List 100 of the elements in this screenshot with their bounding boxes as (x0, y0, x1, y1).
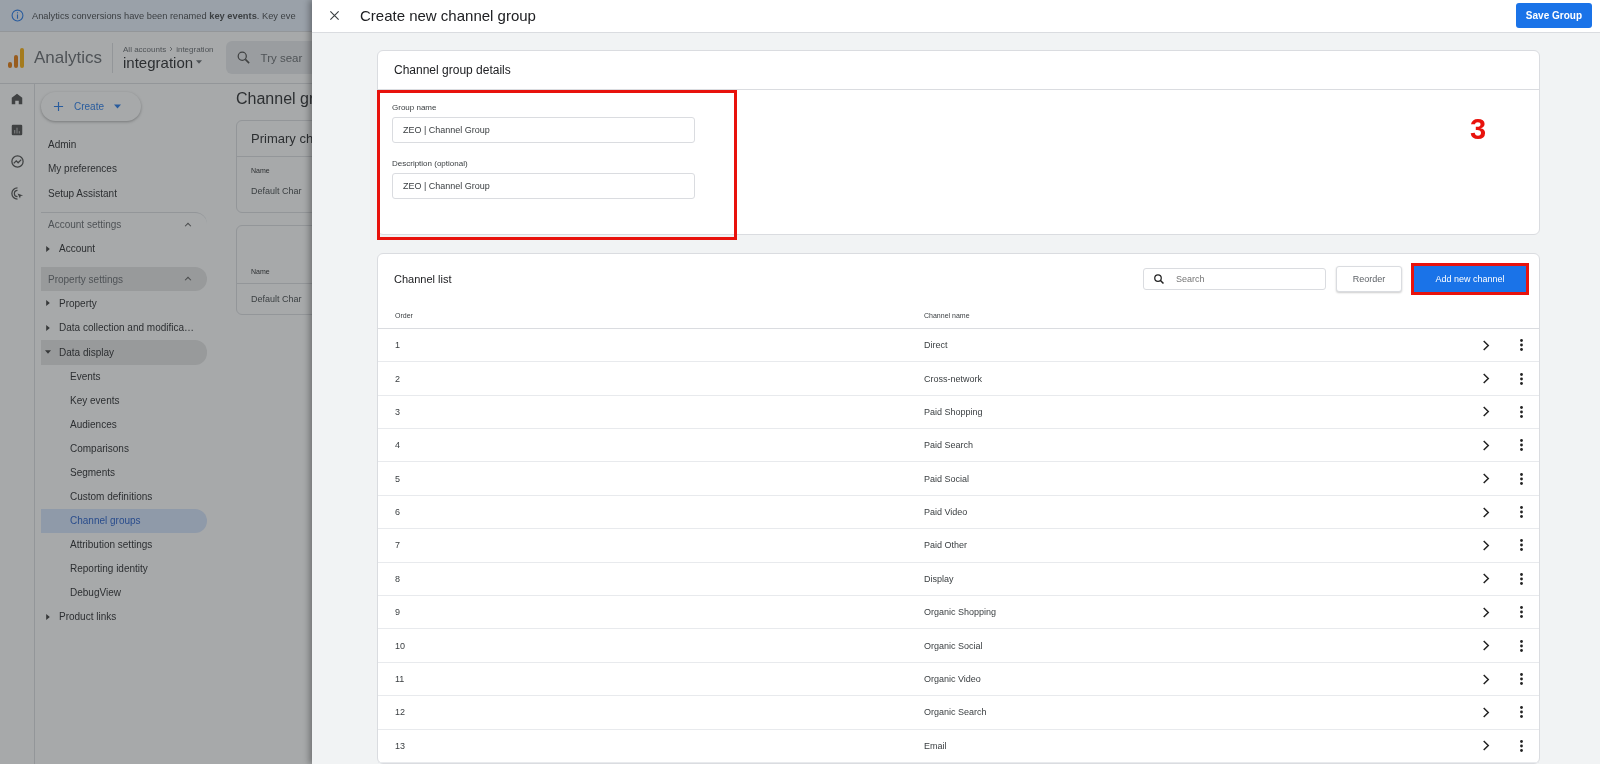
search-field[interactable]: Search (1143, 267, 1326, 290)
banner-message: Analytics conversions have been renamed key events. Key eve (32, 10, 296, 21)
table-cell: Paid Video (924, 507, 968, 518)
table-cell: Paid Social (924, 473, 970, 484)
card-title: Channel group details (394, 62, 511, 77)
save-button[interactable]: Save Group (1515, 3, 1592, 29)
breadcrumb-link[interactable]: All accounts (123, 44, 167, 54)
more-icon[interactable] (1519, 539, 1523, 552)
drawer-title: Create new channel group (360, 7, 537, 25)
nav-link[interactable]: Setup Assistant (41, 181, 211, 206)
nav-item[interactable]: Data display (59, 346, 115, 358)
cursor-target-icon[interactable] (9, 186, 25, 201)
more-icon[interactable] (1519, 572, 1523, 585)
nav-item[interactable]: Attribution settings (41, 532, 207, 557)
home-icon[interactable] (10, 92, 24, 106)
nav-item[interactable]: DebugView (41, 580, 207, 605)
table-cell: Organic Shopping (924, 607, 997, 618)
nav-item[interactable]: Product links (59, 611, 117, 623)
nav-item[interactable]: Custom definitions (41, 484, 207, 509)
table-cell: 11 (395, 674, 405, 684)
table-cell: 10 (395, 640, 405, 651)
table-cell: Organic Search (924, 707, 987, 718)
input-field[interactable]: ZEO | Channel Group (392, 116, 695, 143)
chevron-icon (168, 46, 175, 52)
table-cell: 4 (395, 440, 400, 451)
more-icon[interactable] (1519, 372, 1523, 385)
table-cell: Display (924, 573, 954, 584)
more-icon[interactable] (1519, 639, 1523, 652)
chevron-icon[interactable] (1482, 673, 1490, 685)
page-title: Channel gr (236, 90, 316, 108)
nav-item[interactable]: Segments (41, 460, 207, 485)
table-cell: 1 (395, 340, 400, 351)
table-cell: 2 (395, 373, 400, 384)
nav-item[interactable]: Account (59, 243, 96, 255)
more-icon[interactable] (1519, 673, 1523, 685)
more-icon[interactable] (1519, 506, 1523, 519)
trend-circle-icon[interactable] (9, 154, 25, 169)
search-icon (1153, 272, 1165, 285)
chevron-icon[interactable] (1482, 706, 1490, 718)
more-icon[interactable] (1519, 739, 1523, 752)
chevron-icon[interactable] (1482, 740, 1490, 752)
table-cell: Organic Social (924, 640, 983, 651)
property-selector[interactable]: integration (123, 53, 194, 71)
more-icon[interactable] (1519, 339, 1523, 352)
table-cell-text: Default Char (250, 185, 303, 198)
field-label: Group name (392, 102, 438, 112)
chevron-icon[interactable] (1482, 640, 1490, 652)
section-header[interactable]: Account settings (48, 219, 122, 230)
chevron-icon[interactable] (1482, 439, 1490, 451)
nav-item[interactable]: Reporting identity (41, 556, 207, 581)
chevron-icon[interactable] (1482, 606, 1490, 618)
more-icon[interactable] (1519, 606, 1523, 619)
caret-icon[interactable] (45, 613, 51, 620)
breadcrumb-link[interactable]: integration (176, 44, 214, 54)
add-channel-button[interactable]: Add new channel (1412, 263, 1528, 294)
card-title: Channel list (394, 272, 453, 285)
nav-link[interactable]: My preferences (41, 156, 211, 181)
table-cell: Paid Search (924, 440, 974, 451)
nav-item[interactable]: Property (59, 297, 97, 309)
nav-item[interactable]: Events (41, 364, 207, 389)
nav-item[interactable]: Data collection and modifica… (59, 322, 195, 334)
table-cell: 12 (395, 707, 405, 718)
caret-icon[interactable] (45, 324, 51, 331)
chevron-icon[interactable] (1482, 339, 1490, 351)
more-icon[interactable] (1519, 405, 1523, 418)
more-icon[interactable] (1519, 706, 1523, 719)
table-cell: 8 (395, 573, 400, 584)
dropdown-icon[interactable] (196, 60, 203, 64)
nav-item[interactable]: Key events (41, 388, 207, 413)
table-cell: 7 (395, 540, 400, 551)
reorder-button[interactable]: Reorder (1336, 265, 1402, 292)
plus-icon (53, 101, 64, 112)
chevron-icon[interactable] (1482, 373, 1490, 384)
table-cell: 5 (395, 473, 400, 484)
table-cell: Email (924, 740, 947, 751)
chevron-icon[interactable] (1482, 406, 1490, 418)
field-label: Description (optional) (392, 158, 469, 168)
info-icon (11, 9, 24, 22)
nav-link[interactable]: Admin (41, 132, 211, 157)
app-name: Analytics (34, 47, 103, 68)
more-icon[interactable] (1519, 439, 1523, 452)
bar-chart-icon[interactable] (10, 123, 24, 137)
close-icon[interactable] (329, 10, 340, 22)
table-cell: Organic Video (924, 674, 981, 684)
chevron-icon[interactable] (1482, 506, 1490, 518)
caret-icon[interactable] (45, 245, 51, 252)
caret-icon[interactable] (45, 349, 51, 356)
dropdown-icon (114, 104, 121, 109)
more-icon[interactable] (1519, 472, 1523, 485)
chevron-icon[interactable] (1482, 539, 1490, 551)
caret-icon[interactable] (45, 300, 51, 307)
nav-item[interactable]: Audiences (41, 412, 207, 437)
chevron-icon[interactable] (1482, 573, 1490, 585)
nav-item[interactable]: Comparisons (41, 436, 207, 461)
nav-item[interactable]: Channel groups (41, 508, 207, 533)
input-field[interactable]: ZEO | Channel Group (392, 172, 695, 199)
table-cell: 13 (395, 740, 405, 751)
chevron-icon[interactable] (1482, 473, 1490, 485)
table-cell: Paid Other (924, 540, 968, 551)
table-cell: 6 (395, 507, 400, 518)
